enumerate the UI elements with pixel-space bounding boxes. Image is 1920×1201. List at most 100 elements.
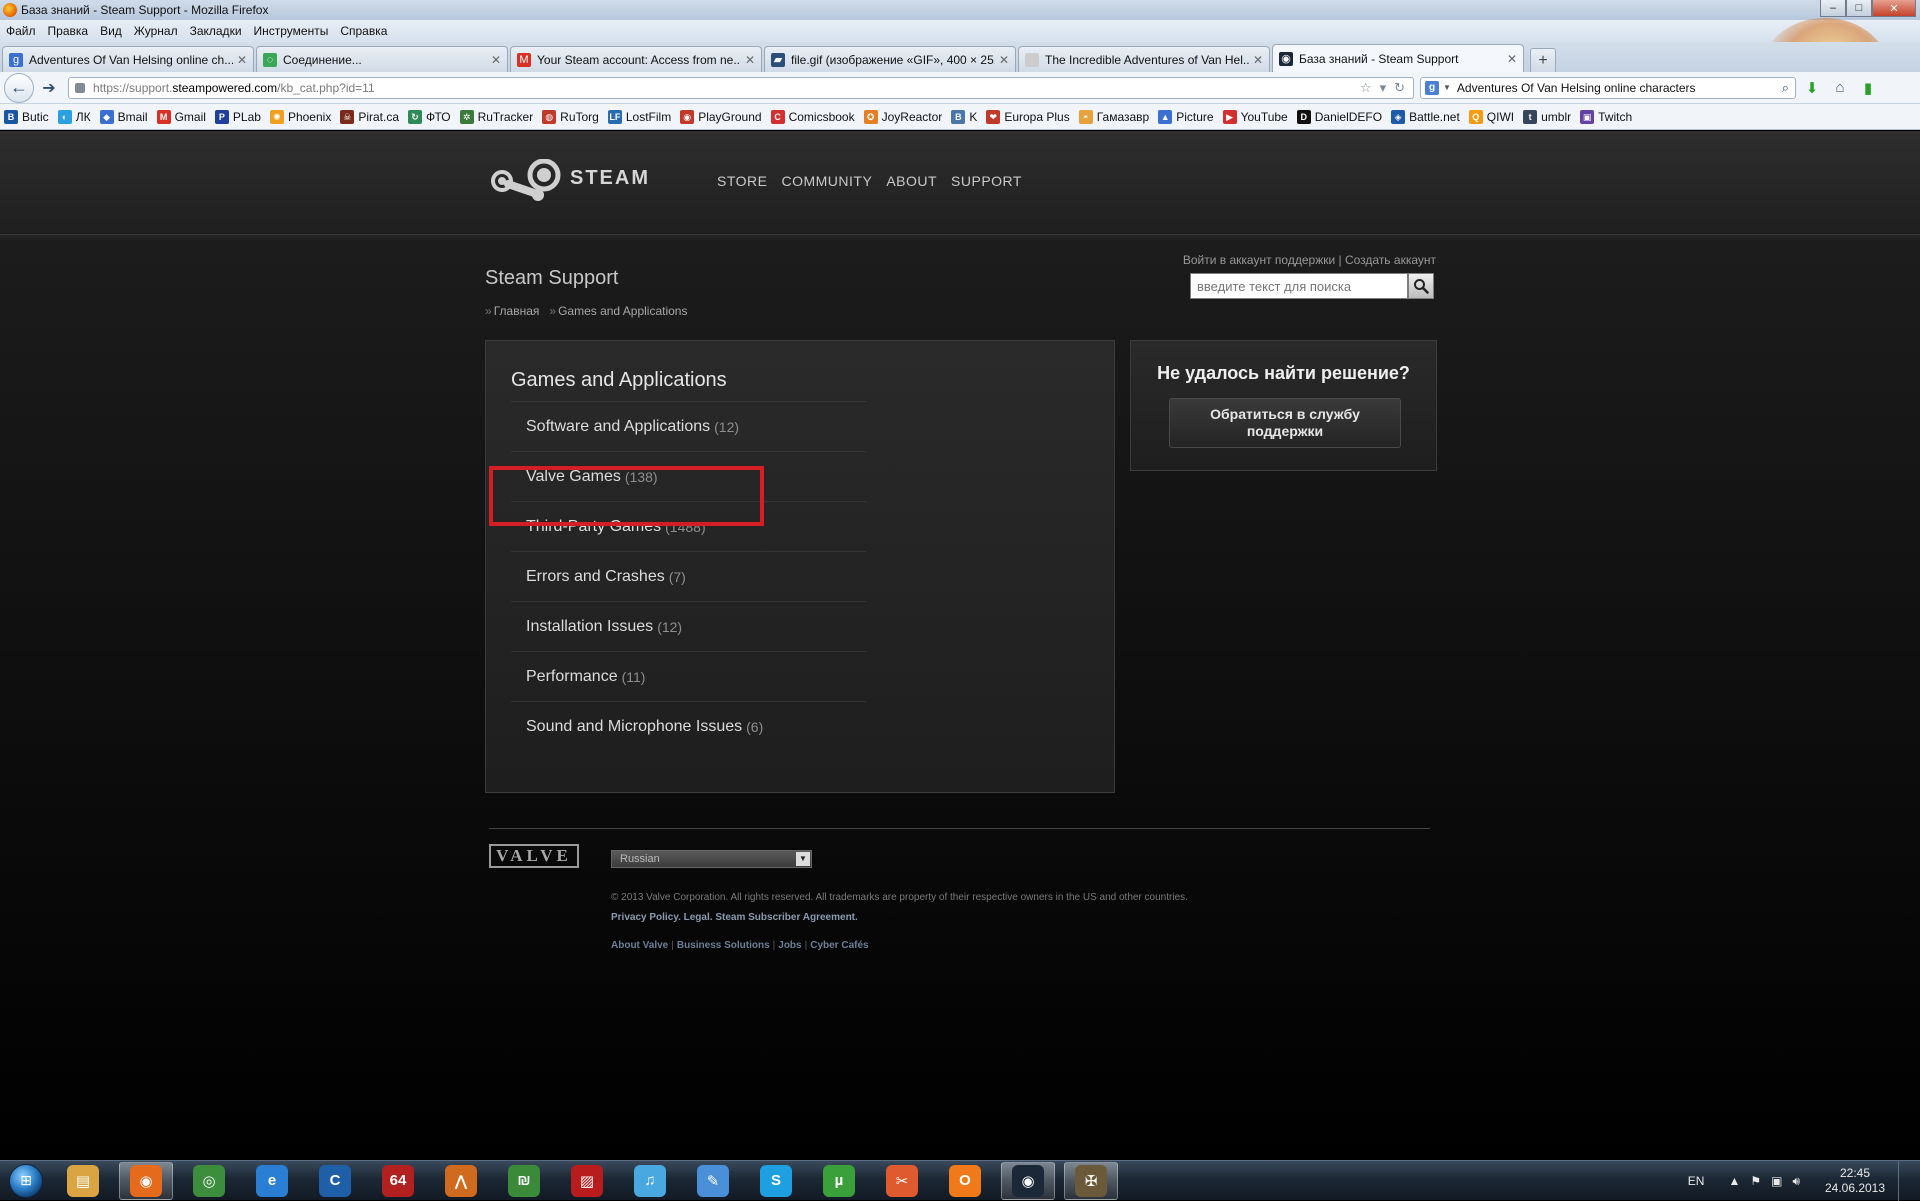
bookmark-item[interactable]: C Comicsbook	[770, 109, 855, 124]
bookmark-item[interactable]: ◉ PlayGround	[680, 109, 762, 124]
contact-support-button[interactable]: Обратиться в службу поддержки	[1169, 398, 1401, 448]
taskbar-app-striped[interactable]: ▨	[560, 1162, 614, 1200]
steam-nav-support[interactable]: SUPPORT	[951, 173, 1022, 189]
forward-button[interactable]: ➔	[36, 76, 62, 100]
taskbar-app-ie[interactable]: e	[245, 1162, 299, 1200]
bookmark-item[interactable]: BK	[951, 109, 977, 124]
support-search-input[interactable]	[1190, 273, 1408, 299]
reload-icon[interactable]: ↻	[1394, 80, 1405, 96]
minimize-button[interactable]: ‒	[1820, 0, 1846, 17]
taskbar-app-launcher[interactable]: ⋀	[434, 1162, 488, 1200]
browser-search-bar[interactable]: g ▼ Adventures Of Van Helsing online cha…	[1420, 76, 1796, 99]
kb-category-item[interactable]: Valve Games (138)	[511, 451, 866, 501]
new-tab-button[interactable]: +	[1530, 48, 1556, 72]
kb-category-item[interactable]: Installation Issues (12)	[511, 601, 866, 651]
browser-tab[interactable]: g Adventures Of Van Helsing online ch... ✕	[2, 46, 254, 72]
tray-network-icon[interactable]: ▣	[1771, 1174, 1782, 1188]
language-select[interactable]: Russian ▼	[611, 850, 812, 868]
bookmark-item[interactable]: ☠ Pirat.ca	[340, 109, 399, 124]
bookmark-item[interactable]: Q QIWI	[1468, 109, 1514, 124]
bookmark-item[interactable]: D DanielDEFO	[1296, 109, 1382, 124]
bookmark-item[interactable]: ◓ Гамазавр	[1078, 109, 1149, 124]
search-icon[interactable]: ⌕	[1782, 80, 1795, 96]
browser-search-input[interactable]: Adventures Of Van Helsing online charact…	[1457, 81, 1782, 95]
bookmark-item[interactable]: ✲ RuTracker	[459, 109, 533, 124]
steam-logo[interactable]: STEAM	[488, 159, 650, 205]
signal-bars-icon[interactable]: ▮	[1856, 76, 1880, 100]
taskbar-app-explorer[interactable]: ▤	[56, 1162, 110, 1200]
search-engine-icon[interactable]: g	[1425, 80, 1439, 95]
maximize-button[interactable]: □	[1846, 0, 1872, 17]
browser-tab[interactable]: ◉ База знаний - Steam Support ✕	[1272, 44, 1524, 72]
taskbar-app-aida64[interactable]: 64	[371, 1162, 425, 1200]
tab-close-icon[interactable]: ✕	[491, 53, 501, 67]
bookmark-item[interactable]: ❤ Europa Plus	[986, 109, 1070, 124]
bookmark-item[interactable]: ▣ Twitch	[1580, 109, 1632, 124]
taskbar-app-skype[interactable]: S	[749, 1162, 803, 1200]
taskbar-app-ccleaner[interactable]: C	[308, 1162, 362, 1200]
history-dropdown-icon[interactable]: ▾	[1380, 80, 1387, 96]
taskbar-app-paint[interactable]: ✂	[875, 1162, 929, 1200]
bookmark-item[interactable]: ↻ ФТО	[408, 109, 451, 124]
bookmark-item[interactable]: ◈ Battle.net	[1391, 109, 1460, 124]
tab-close-icon[interactable]: ✕	[745, 53, 755, 67]
close-window-button[interactable]: ✕	[1872, 0, 1916, 17]
bookmark-item[interactable]: P PLab	[214, 109, 261, 124]
kb-category-item[interactable]: Sound and Microphone Issues (6)	[511, 701, 866, 751]
breadcrumb-link[interactable]: Главная	[485, 304, 540, 318]
tray-volume-icon[interactable]: 🔊︎	[1792, 1174, 1800, 1189]
bookmark-item[interactable]: ✪ JoyReactor	[863, 109, 942, 124]
tray-flag-icon[interactable]: ⚑	[1750, 1174, 1761, 1188]
bookmark-item[interactable]: ◆ Bmail	[99, 109, 148, 124]
taskbar-app-utorrent[interactable]: µ	[812, 1162, 866, 1200]
clock[interactable]: 22:45 24.06.2013	[1820, 1166, 1890, 1196]
steam-nav-about[interactable]: ABOUT	[886, 173, 937, 189]
account-links[interactable]: Войти в аккаунт поддержки | Создать акка…	[1183, 253, 1436, 267]
address-bar[interactable]: https://support. steampowered.com/kb_cat.…	[68, 76, 1414, 99]
kb-category-item[interactable]: Third-Party Games (1488)	[511, 501, 866, 551]
browser-tab[interactable]: The Incredible Adventures of Van Hel... ✕	[1018, 46, 1270, 72]
about-valve-link[interactable]: About Valve	[611, 940, 668, 951]
business-solutions-link[interactable]: Business Solutions	[677, 940, 770, 951]
input-language[interactable]: EN	[1688, 1174, 1705, 1188]
bookmark-item[interactable]: ▶ YouTube	[1222, 109, 1288, 124]
kb-category-item[interactable]: Software and Applications (12)	[511, 401, 866, 451]
support-search-button[interactable]	[1408, 273, 1434, 299]
steam-nav-community[interactable]: COMMUNITY	[781, 173, 872, 189]
back-button[interactable]: ←	[4, 72, 34, 103]
taskbar-app-firefox[interactable]: ◉	[119, 1161, 173, 1200]
home-icon[interactable]: ⌂	[1828, 76, 1852, 100]
steam-nav-store[interactable]: STORE	[717, 173, 767, 189]
taskbar-app-steam[interactable]: ◉	[1001, 1161, 1055, 1200]
bookmark-item[interactable]: LF LostFilm	[607, 109, 671, 124]
cyber-cafes-link[interactable]: Cyber Cafés	[810, 940, 868, 951]
browser-tab[interactable]: ◌ Соединение... ✕	[256, 46, 508, 72]
tab-close-icon[interactable]: ✕	[1253, 53, 1263, 67]
browser-tab[interactable]: ▰ file.gif (изображение «GIF», 400 × 25..…	[764, 46, 1016, 72]
legal-link[interactable]: Legal.	[684, 912, 713, 923]
subscriber-agreement-link[interactable]: Steam Subscriber Agreement.	[715, 912, 857, 923]
menu-item[interactable]: Журнал	[134, 24, 178, 38]
tray-expand-icon[interactable]: ▲	[1728, 1174, 1740, 1188]
tab-close-icon[interactable]: ✕	[237, 53, 247, 67]
search-engine-caret-icon[interactable]: ▼	[1443, 83, 1451, 92]
kb-category-item[interactable]: Errors and Crashes (7)	[511, 551, 866, 601]
menu-item[interactable]: Инструменты	[254, 24, 329, 38]
valve-logo[interactable]: VALVE	[489, 844, 579, 868]
bookmark-item[interactable]: B Butic	[4, 109, 49, 124]
privacy-policy-link[interactable]: Privacy Policy.	[611, 912, 681, 923]
menu-item[interactable]: Вид	[100, 24, 122, 38]
taskbar-app-tool[interactable]: ✎	[686, 1162, 740, 1200]
start-button[interactable]: ⊞	[4, 1161, 48, 1201]
tab-close-icon[interactable]: ✕	[999, 53, 1009, 67]
bookmark-star-icon[interactable]: ☆	[1360, 80, 1372, 96]
jobs-link[interactable]: Jobs	[778, 940, 801, 951]
bookmark-item[interactable]: ◍ RuTorg	[542, 109, 599, 124]
breadcrumb-link[interactable]: Games and Applications	[549, 304, 687, 318]
menu-item[interactable]: Правка	[48, 24, 89, 38]
menu-item[interactable]: Файл	[6, 24, 36, 38]
bookmark-item[interactable]: M Gmail	[156, 109, 206, 124]
bookmark-item[interactable]: t umblr	[1523, 109, 1571, 124]
menu-item[interactable]: Закладки	[190, 24, 242, 38]
kb-category-item[interactable]: Performance (11)	[511, 651, 866, 701]
